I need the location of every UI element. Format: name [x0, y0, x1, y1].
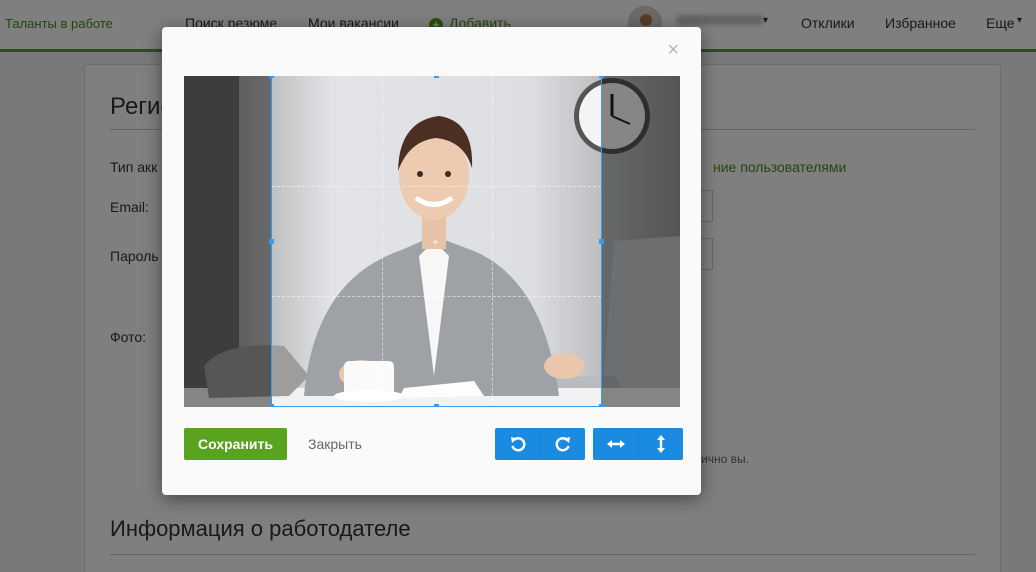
close-icon[interactable]: × — [667, 40, 679, 60]
rotate-left-icon — [510, 437, 525, 452]
crop-handle-e[interactable] — [599, 239, 604, 244]
crop-mask-right — [602, 76, 680, 407]
flip-horizontal-button[interactable] — [593, 428, 638, 460]
crop-handle-ne[interactable] — [599, 76, 604, 78]
crop-guide-line — [492, 76, 493, 406]
crop-handle-se[interactable] — [599, 404, 604, 407]
crop-center-marker: + — [432, 235, 440, 249]
rotate-right-icon — [555, 437, 570, 452]
rotate-right-button[interactable] — [540, 428, 585, 460]
crop-guide-line — [272, 296, 601, 297]
rotate-button-group — [495, 428, 585, 460]
crop-handle-sw[interactable] — [269, 404, 274, 407]
crop-guide-line — [382, 76, 383, 406]
photo-crop-dialog: × + Сохранить Закрыть — [162, 27, 701, 495]
crop-handle-s[interactable] — [434, 404, 439, 407]
flip-horizontal-icon — [606, 440, 625, 448]
image-crop-area[interactable]: + — [184, 76, 680, 407]
crop-mask-left — [184, 76, 271, 407]
crop-selection-box[interactable]: + — [269, 76, 604, 407]
save-button[interactable]: Сохранить — [184, 428, 287, 460]
crop-handle-n[interactable] — [434, 76, 439, 78]
flip-vertical-icon — [657, 435, 665, 453]
crop-handle-w[interactable] — [269, 239, 274, 244]
flip-vertical-button[interactable] — [638, 428, 683, 460]
crop-guide-line — [272, 186, 601, 187]
crop-handle-nw[interactable] — [269, 76, 274, 78]
rotate-left-button[interactable] — [495, 428, 540, 460]
close-button[interactable]: Закрыть — [308, 436, 362, 452]
flip-button-group — [593, 428, 683, 460]
